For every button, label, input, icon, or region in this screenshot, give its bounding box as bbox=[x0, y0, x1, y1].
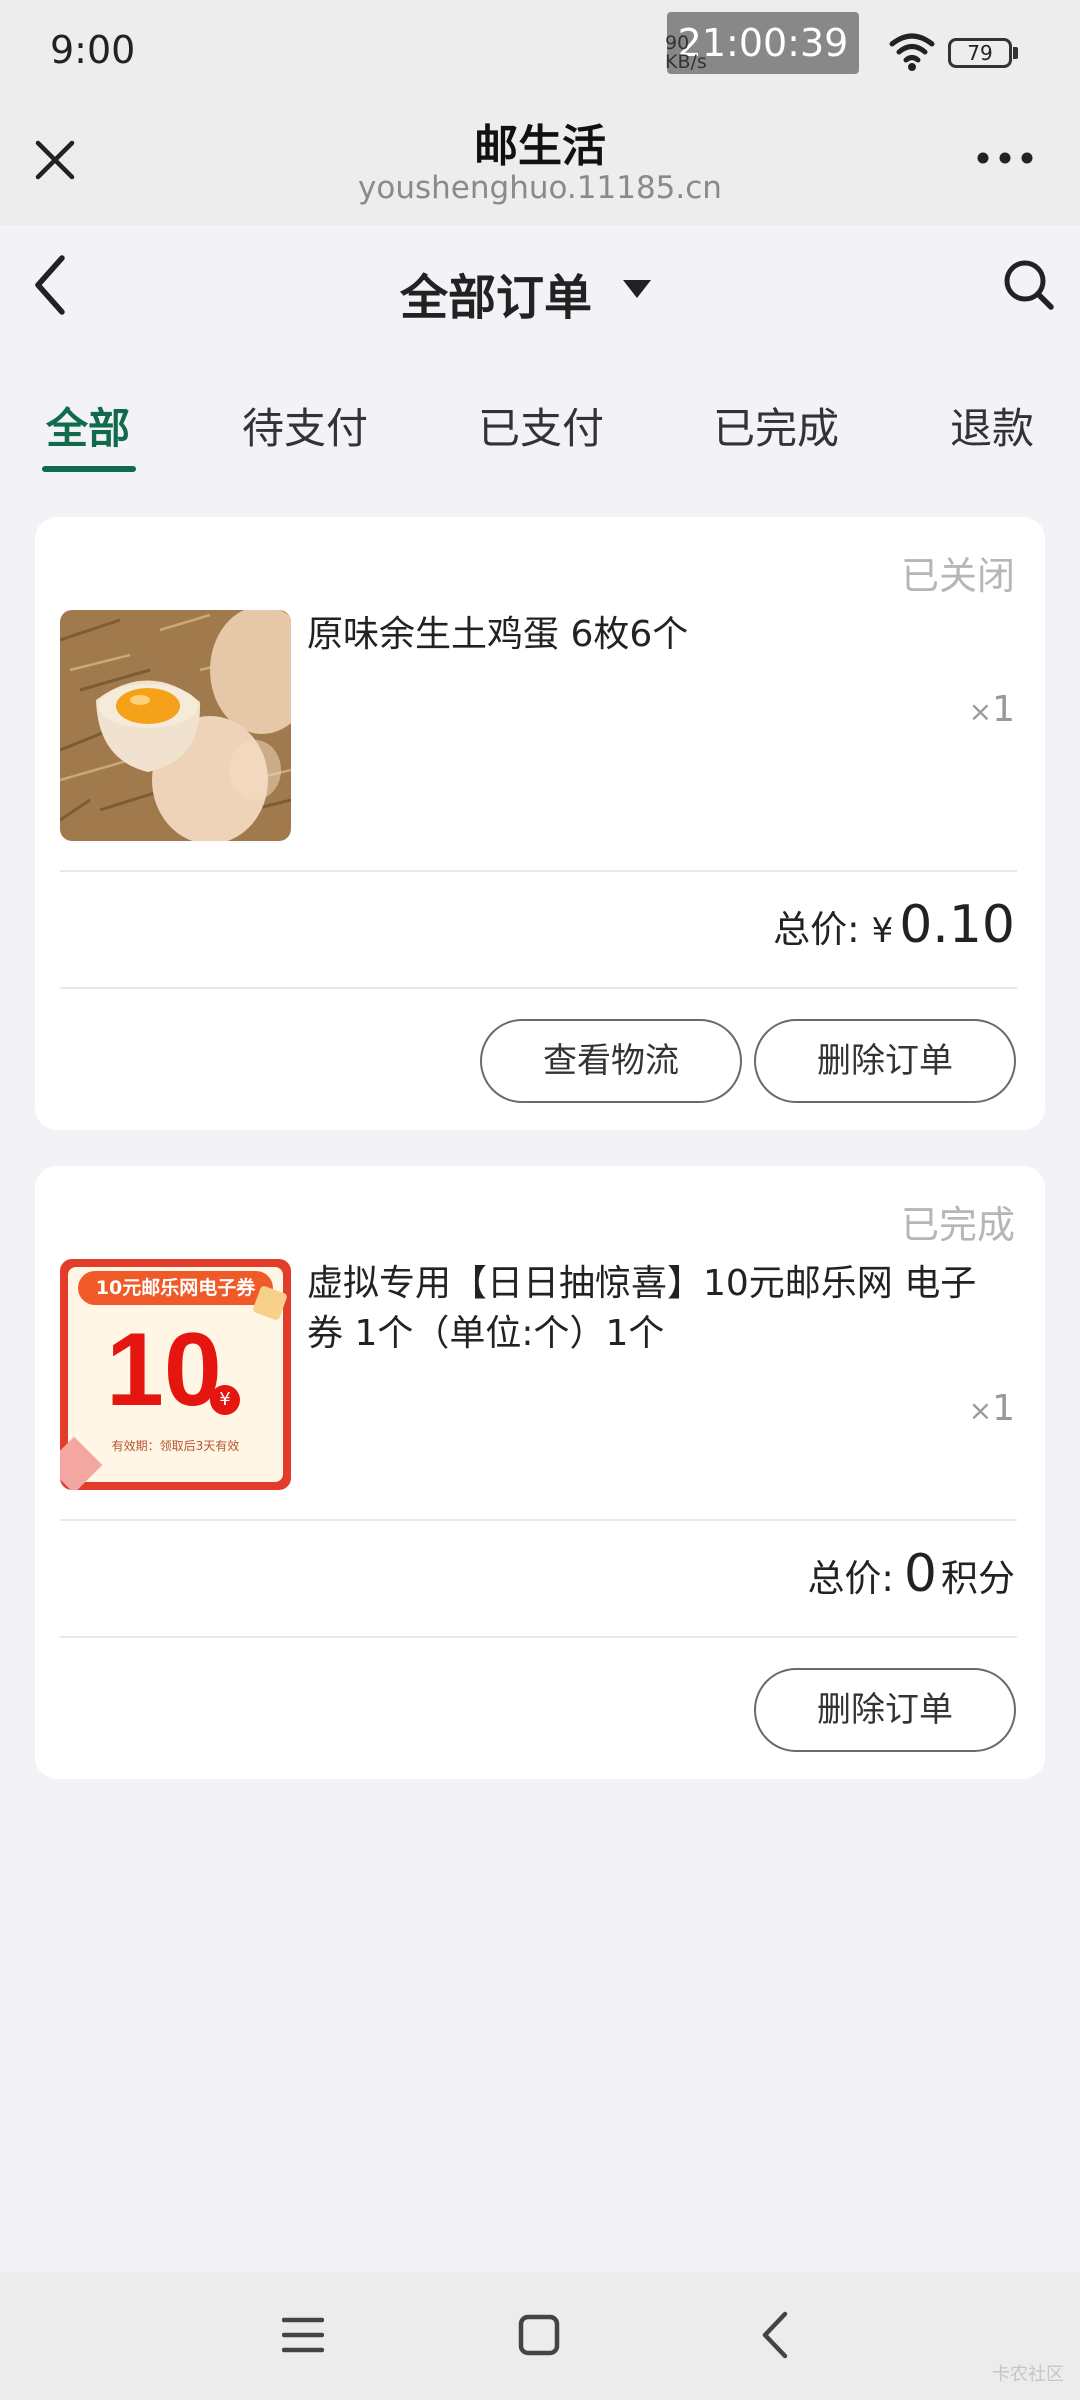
divider bbox=[60, 870, 1017, 872]
quantity-multiplier: × bbox=[968, 695, 993, 728]
quantity-value: 1 bbox=[992, 689, 1015, 730]
total-value: 0 bbox=[903, 1544, 937, 1604]
menu-icon[interactable] bbox=[282, 2316, 324, 2354]
quantity: ×1 bbox=[969, 1388, 1015, 1429]
battery-icon: 79 bbox=[948, 38, 1012, 68]
order-status: 已关闭 bbox=[900, 554, 1015, 598]
caret-down-icon[interactable] bbox=[622, 279, 652, 299]
delete-order-button[interactable]: 删除订单 bbox=[754, 1019, 1016, 1103]
tab-pending-payment[interactable]: 待支付 bbox=[242, 395, 368, 456]
product-image-eggs[interactable] bbox=[60, 610, 291, 841]
active-tab-indicator bbox=[42, 466, 136, 472]
product-name[interactable]: 原味余生土鸡蛋 6枚6个 bbox=[307, 610, 1007, 660]
total-unit: 积分 bbox=[941, 1557, 1015, 1600]
mini-program-url: youshenghuo.11185.cn bbox=[358, 170, 722, 206]
order-card[interactable]: 已关闭 原味余生土鸡蛋 6枚6个 ×1 总价: ¥ 0.10 查看物流 删除订单 bbox=[35, 517, 1045, 1130]
currency-symbol: ¥ bbox=[871, 911, 894, 951]
home-icon[interactable] bbox=[518, 2314, 560, 2356]
coupon-validity: 有效期：领取后3天有效 bbox=[111, 1439, 240, 1453]
divider bbox=[60, 1636, 1017, 1638]
product-name[interactable]: 虚拟专用【日日抽惊喜】10元邮乐网 电子券 1个（单位:个）1个 bbox=[307, 1259, 1007, 1359]
search-icon[interactable] bbox=[1002, 258, 1056, 312]
total-label: 总价: bbox=[807, 1557, 894, 1600]
tab-paid[interactable]: 已支付 bbox=[478, 395, 604, 456]
order-total: 总价: 0 积分 bbox=[807, 1544, 1015, 1604]
network-speed: 90 KB/s bbox=[665, 34, 707, 72]
order-total: 总价: ¥ 0.10 bbox=[773, 895, 1015, 955]
battery-tip bbox=[1013, 47, 1018, 59]
view-logistics-button[interactable]: 查看物流 bbox=[480, 1019, 742, 1103]
quantity-value: 1 bbox=[992, 1388, 1015, 1429]
quantity-multiplier: × bbox=[968, 1394, 993, 1427]
tab-completed[interactable]: 已完成 bbox=[713, 395, 839, 456]
page-title[interactable]: 全部订单 bbox=[400, 258, 592, 328]
tab-refund[interactable]: 退款 bbox=[950, 395, 1034, 456]
wifi-icon bbox=[889, 33, 935, 71]
network-speed-unit: KB/s bbox=[665, 51, 707, 73]
watermark: 卡农社区 bbox=[992, 2364, 1064, 2385]
product-image-coupon[interactable]: 10元邮乐网电子券 10 ¥ 有效期：领取后3天有效 bbox=[60, 1259, 291, 1490]
status-time: 9:00 bbox=[50, 28, 136, 72]
system-back-icon[interactable] bbox=[760, 2310, 790, 2360]
total-label: 总价: bbox=[773, 908, 860, 951]
divider bbox=[60, 1519, 1017, 1521]
coupon-banner: 10元邮乐网电子券 bbox=[78, 1271, 273, 1305]
divider bbox=[60, 987, 1017, 989]
more-icon[interactable] bbox=[975, 150, 1035, 166]
total-value: 0.10 bbox=[899, 895, 1015, 955]
quantity: ×1 bbox=[969, 689, 1015, 730]
tab-all[interactable]: 全部 bbox=[46, 395, 130, 456]
delete-order-button[interactable]: 删除订单 bbox=[754, 1668, 1016, 1752]
order-card[interactable]: 已完成 10元邮乐网电子券 10 ¥ 有效期：领取后3天有效 虚拟专用【日日抽惊… bbox=[35, 1166, 1045, 1779]
coupon-amount: 10 bbox=[106, 1312, 222, 1428]
mini-program-title: 邮生活 bbox=[474, 121, 606, 172]
back-icon[interactable] bbox=[30, 252, 70, 318]
coupon-yen-badge: ¥ bbox=[210, 1385, 240, 1415]
order-status: 已完成 bbox=[900, 1203, 1015, 1247]
